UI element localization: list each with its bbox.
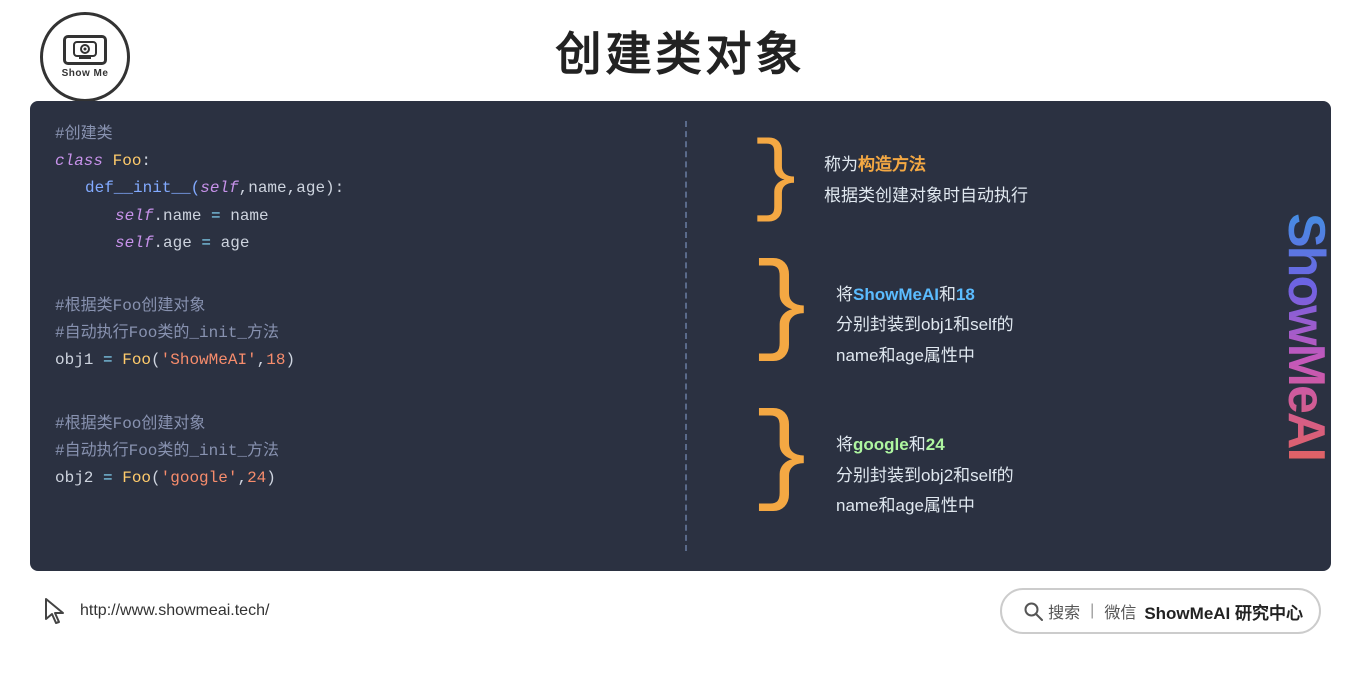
explain-item-1: } 称为构造方法 根据类创建对象时自动执行 [750,150,1271,221]
code-comment-2b: #自动执行Foo类的_init_方法 [55,324,279,342]
code-block-3: #根据类Foo创建对象 #自动执行Foo类的_init_方法 obj2 = Fo… [55,411,665,493]
brace-1: } [750,140,804,221]
footer-brand-name: ShowMeAI 研究中心 [1144,599,1303,624]
footer-divider: | [1090,602,1094,620]
explain-panel: } 称为构造方法 根据类创建对象时自动执行 } 将ShowMeAI和18 分别封… [690,101,1331,571]
search-icon [1018,596,1048,626]
code-panel: #创建类 class Foo: def__init__(self,name,ag… [30,101,690,571]
page-title: 创建类对象 [556,18,806,84]
code-block-1: #创建类 class Foo: def__init__(self,name,ag… [55,121,665,257]
side-accent: ShowMeAI [1281,101,1331,571]
explain-text-2: 将ShowMeAI和18 分别封装到obj1和self的 name和age属性中 [836,280,1014,372]
explain-text-1: 称为构造方法 根据类创建对象时自动执行 [824,150,1028,211]
footer-left: http://www.showmeai.tech/ [40,596,269,626]
footer-search[interactable]: 搜索 | 微信 ShowMeAI 研究中心 [1000,588,1321,634]
code-divider [685,121,687,551]
brace-2: } [750,260,816,359]
footer-wechat-label: 微信 [1104,599,1136,623]
code-comment-3b: #自动执行Foo类的_init_方法 [55,442,279,460]
brace-3: } [750,410,816,509]
footer-search-text: 搜索 [1048,599,1080,623]
code-line-self-name: self.name = name [55,203,665,230]
code-comment-1: #创建类 [55,125,113,143]
code-line-obj2: obj2 = Foo('google',24) [55,469,276,487]
logo-screen [63,35,107,65]
footer: http://www.showmeai.tech/ 搜索 | 微信 ShowMe… [0,576,1361,646]
footer-url: http://www.showmeai.tech/ [80,602,269,620]
main-content: #创建类 class Foo: def__init__(self,name,ag… [30,101,1331,571]
cursor-icon [40,596,70,626]
header: Show Me 创建类对象 [0,0,1361,96]
brand-watermark: ShowMeAI [1281,213,1331,460]
explain-item-2: } 将ShowMeAI和18 分别封装到obj1和self的 name和age属… [750,280,1271,372]
logo-text: Show Me [62,68,109,79]
code-comment-2a: #根据类Foo创建对象 [55,297,205,315]
code-line-obj1: obj1 = Foo('ShowMeAI',18) [55,351,295,369]
code-comment-3a: #根据类Foo创建对象 [55,415,205,433]
code-line-def: def__init__(self,name,age): [55,175,665,202]
logo: Show Me [40,12,130,102]
code-line-class: class Foo: [55,152,151,170]
code-block-2: #根据类Foo创建对象 #自动执行Foo类的_init_方法 obj1 = Fo… [55,293,665,375]
code-line-self-age: self.age = age [55,230,665,257]
explain-text-3: 将google和24 分别封装到obj2和self的 name和age属性中 [836,430,1014,522]
explain-item-3: } 将google和24 分别封装到obj2和self的 name和age属性中 [750,430,1271,522]
